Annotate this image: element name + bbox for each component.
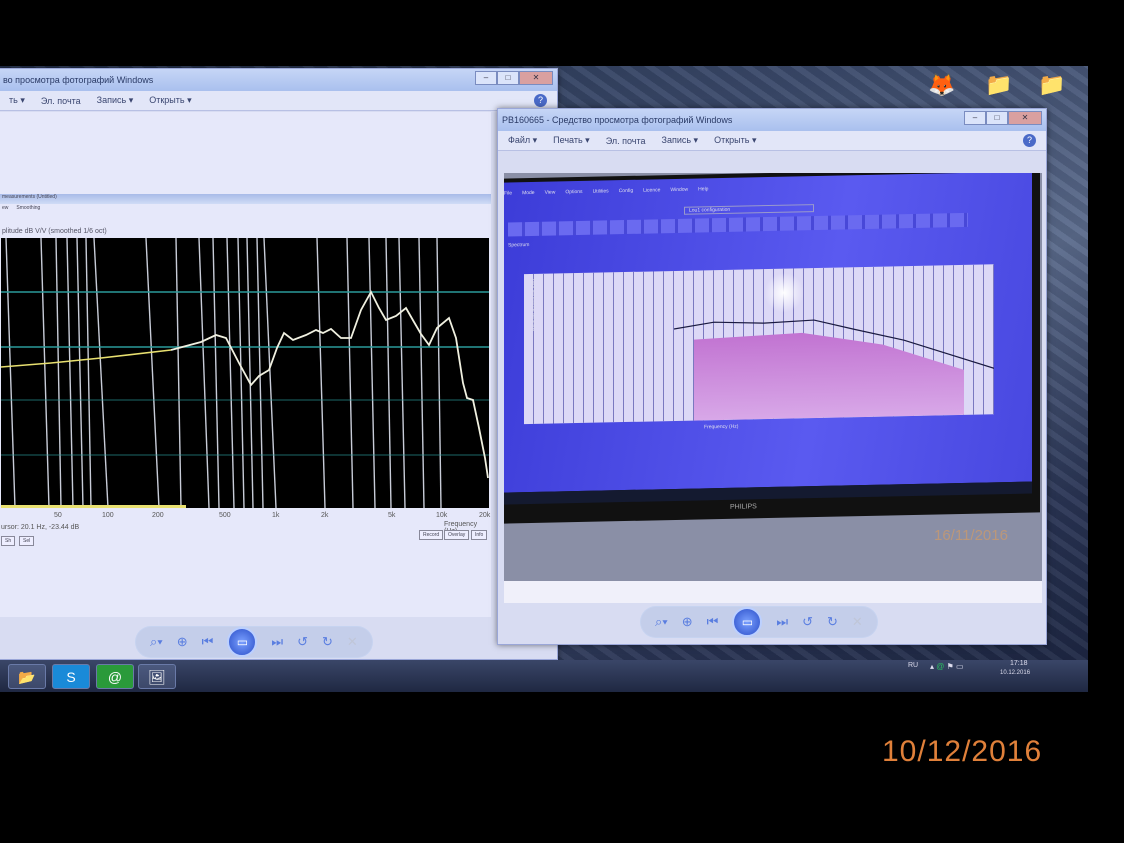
menu-email[interactable]: Эл. почта — [606, 136, 646, 146]
photo-app-chart — [524, 264, 994, 425]
cursor-readout: ursor: 20.1 Hz, -23.44 dB — [1, 524, 80, 531]
maximize-button[interactable]: □ — [497, 71, 519, 85]
title-bar: во просмотра фотографий Windows – □ ✕ — [0, 69, 557, 91]
menu-file[interactable]: Файл ▾ — [508, 135, 537, 146]
sel-button[interactable]: Sel — [19, 536, 35, 546]
zoom-icon[interactable]: ⌕▾ — [150, 634, 163, 650]
x-tick: 10k — [436, 512, 448, 519]
photo-app-section: Spectrum — [508, 242, 530, 249]
rotate-right-icon[interactable]: ↻ — [322, 634, 333, 650]
rotate-left-icon[interactable]: ↺ — [802, 614, 813, 630]
fit-icon[interactable]: ⊕ — [177, 634, 188, 650]
folder-icon[interactable]: 📁 — [985, 72, 1013, 106]
camera-date-stamp: 10/12/2016 — [882, 735, 1043, 768]
folder-icon[interactable]: 📁 — [1038, 72, 1066, 106]
monitor-brand-logo: PHILIPS — [730, 503, 757, 511]
menu-print[interactable]: ть ▾ — [9, 95, 25, 106]
delete-icon[interactable]: ✕ — [347, 634, 358, 650]
menu-open[interactable]: Открыть ▾ — [149, 95, 191, 106]
delete-icon[interactable]: ✕ — [852, 614, 863, 630]
mail-agent-icon[interactable]: @ — [96, 664, 134, 689]
x-tick: 50 — [54, 512, 62, 519]
close-button[interactable]: ✕ — [1008, 111, 1042, 125]
close-button[interactable]: ✕ — [519, 71, 553, 85]
rew-menu-view[interactable]: ew — [2, 205, 8, 211]
x-tick: 500 — [219, 512, 231, 519]
chart-footer: 50 100 200 500 1k 2k 5k 10k 20k Frequenc… — [0, 512, 491, 617]
photo-app-menu: File Mode View Options Utilities Config Licenc… — [504, 186, 709, 197]
firefox-icon[interactable]: 🦊 — [928, 72, 956, 106]
sh-button[interactable]: Sh — [1, 536, 16, 546]
rew-menu-smoothing[interactable]: Smoothing — [16, 205, 40, 211]
photo-date-stamp: 16/11/2016 — [934, 527, 1008, 544]
slideshow-button[interactable]: ▭ — [732, 607, 763, 637]
title-bar: PB160665 - Средство просмотра фотографий… — [498, 109, 1046, 131]
rotate-left-icon[interactable]: ↺ — [297, 634, 308, 650]
help-icon[interactable]: ? — [534, 94, 547, 107]
next-button[interactable]: ⏭ — [271, 634, 283, 650]
help-icon[interactable]: ? — [1023, 134, 1036, 147]
photo-viewer-controls-left: ⌕▾ ⊕ ⏮ ▭ ⏭ ↺ ↻ ✕ — [135, 626, 373, 658]
menu-bar: ть ▾ Эл. почта Запись ▾ Открыть ▾ ? — [0, 91, 557, 111]
photo-viewer-taskbar-icon[interactable]: 🖼 — [138, 664, 176, 689]
menu-burn[interactable]: Запись ▾ — [662, 135, 699, 146]
record-button[interactable]: Record — [419, 530, 444, 540]
rew-title: measurements (Untitled) — [0, 194, 491, 204]
photographed-monitor: File Mode View Options Utilities Config Licenc… — [504, 173, 1040, 524]
tray-icons[interactable]: ▴ @ ⚑ ▭ — [930, 662, 964, 671]
photo-app-ylabel: Relative Amplitude (dB) — [531, 278, 538, 332]
slideshow-button[interactable]: ▭ — [227, 627, 258, 657]
photo-viewer-window-right: PB160665 - Средство просмотра фотографий… — [497, 108, 1047, 645]
x-tick: 200 — [152, 512, 164, 519]
maximize-button[interactable]: □ — [986, 111, 1008, 125]
menu-email[interactable]: Эл. почта — [41, 96, 81, 106]
rotate-right-icon[interactable]: ↻ — [827, 614, 838, 630]
fit-icon[interactable]: ⊕ — [682, 614, 693, 630]
photo-image: File Mode View Options Utilities Config Licenc… — [504, 173, 1042, 601]
photographed-screen: File Mode View Options Utilities Config Licenc… — [504, 173, 1032, 493]
photo-app-config: Lou1 configuration — [684, 204, 814, 215]
skype-icon[interactable]: S — [52, 664, 90, 689]
x-tick: 20k — [479, 512, 491, 519]
minimize-button[interactable]: – — [964, 111, 986, 125]
window-title: PB160665 - Средство просмотра фотографий… — [502, 115, 733, 125]
clock-time[interactable]: 17:18 — [1010, 660, 1028, 667]
photo-viewer-controls-right: ⌕▾ ⊕ ⏮ ▭ ⏭ ↺ ↻ ✕ — [640, 606, 878, 638]
clock-date[interactable]: 10.12.2016 — [1000, 670, 1030, 676]
photo-app-toolbar — [508, 212, 968, 237]
photo-app-xlabel: Frequency (Hz) — [704, 423, 739, 431]
menu-print[interactable]: Печать ▾ — [553, 135, 590, 146]
previous-button[interactable]: ⏮ — [202, 634, 214, 650]
next-button[interactable]: ⏭ — [776, 614, 788, 630]
x-tick: 100 — [102, 512, 114, 519]
menu-open[interactable]: Открыть ▾ — [714, 135, 756, 146]
x-tick: 2k — [321, 512, 329, 519]
photo-bottom-strip — [504, 581, 1042, 603]
photo-viewer-window-left: во просмотра фотографий Windows – □ ✕ ть ▾… — [0, 68, 558, 660]
explorer-icon[interactable]: 📂 — [8, 664, 46, 689]
chart-label: plitude dB V/V (smoothed 1/6 oct) — [2, 228, 107, 235]
x-tick: 5k — [388, 512, 396, 519]
minimize-button[interactable]: – — [475, 71, 497, 85]
menu-bar: Файл ▾ Печать ▾ Эл. почта Запись ▾ Откры… — [498, 131, 1046, 151]
photo-area: measurements (Untitled) ew Smoothing plit… — [0, 112, 491, 617]
frequency-response-chart — [1, 238, 489, 508]
rew-menu: ew Smoothing — [2, 205, 40, 211]
language-indicator[interactable]: RU — [908, 662, 918, 669]
overlay-button[interactable]: Overlay — [444, 530, 470, 540]
menu-burn[interactable]: Запись ▾ — [97, 95, 134, 106]
x-tick: 1k — [272, 512, 280, 519]
info-button[interactable]: Info — [471, 530, 488, 540]
zoom-icon[interactable]: ⌕▾ — [655, 614, 668, 630]
window-title: во просмотра фотографий Windows — [3, 75, 154, 85]
taskbar: 📂 S @ 🖼 RU ▴ @ ⚑ ▭ 17:18 10.12.2016 — [0, 660, 1088, 692]
previous-button[interactable]: ⏮ — [707, 614, 719, 630]
